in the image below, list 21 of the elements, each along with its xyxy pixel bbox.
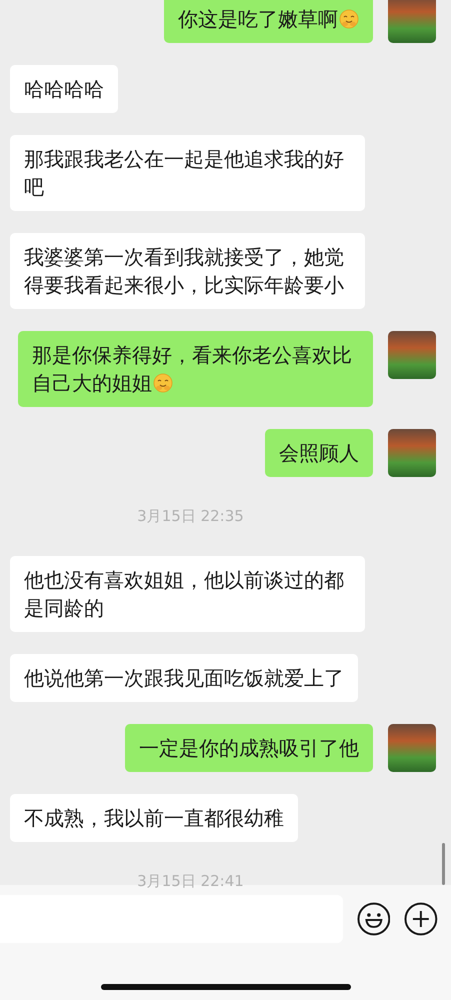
smiling-face-icon xyxy=(339,9,359,29)
received-message-bubble: 哈哈哈哈 xyxy=(10,65,118,113)
received-message-bubble: 不成熟，我以前一直都很幼稚 xyxy=(10,794,298,842)
sent-message-bubble: 你这是吃了嫩草啊 xyxy=(164,0,373,43)
received-message-bubble: 他也没有喜欢姐姐，他以前谈过的都是同龄的 xyxy=(10,556,365,632)
sent-message-bubble: 会照顾人 xyxy=(265,429,373,477)
plus-icon[interactable] xyxy=(404,902,438,936)
message-timestamp: 3月15日 22:35 xyxy=(137,507,244,526)
received-message-bubble: 那我跟我老公在一起是他追求我的好吧 xyxy=(10,135,365,211)
sent-message-bubble: 那是你保养得好，看来你老公喜欢比自己大的姐姐 xyxy=(18,331,373,407)
scrollbar xyxy=(442,843,445,885)
smiling-face-icon xyxy=(153,373,173,393)
sent-message-bubble: 一定是你的成熟吸引了他 xyxy=(125,724,373,772)
avatar-photo-placeholder[interactable] xyxy=(388,724,436,772)
received-message-bubble: 我婆婆第一次看到我就接受了，她觉得要我看起来很小，比实际年龄要小 xyxy=(10,233,365,309)
avatar-photo-placeholder[interactable] xyxy=(388,0,436,43)
avatar-photo-placeholder[interactable] xyxy=(388,429,436,477)
emoji-face-icon[interactable] xyxy=(356,902,390,936)
avatar-photo-placeholder[interactable] xyxy=(388,331,436,379)
received-message-bubble: 他说他第一次跟我见面吃饭就爱上了 xyxy=(10,654,358,702)
message-timestamp: 3月15日 22:41 xyxy=(137,872,244,891)
